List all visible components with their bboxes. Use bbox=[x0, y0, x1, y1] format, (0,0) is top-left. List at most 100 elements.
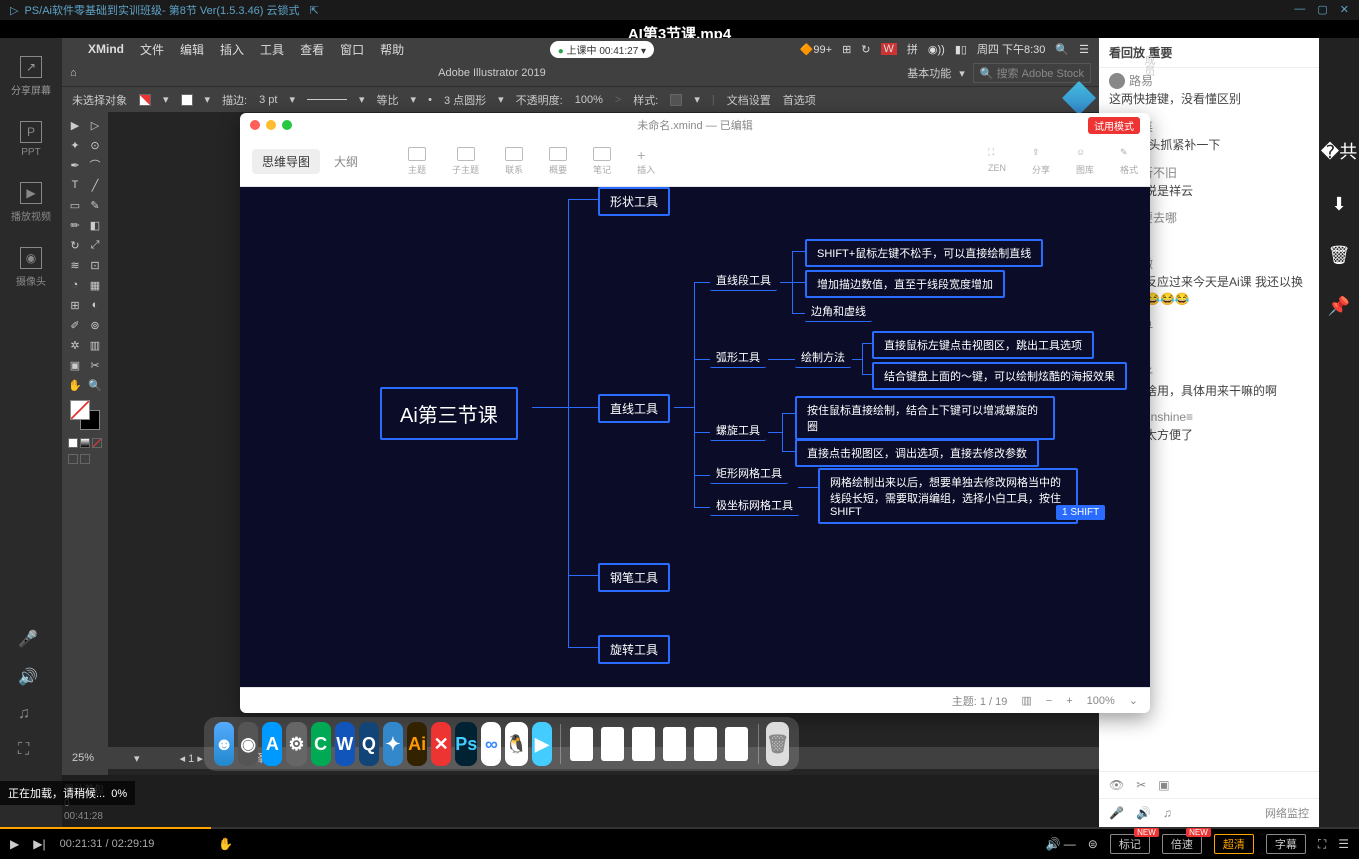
xmind-dock-icon[interactable]: ✕ bbox=[431, 722, 451, 766]
volume-icon[interactable]: 🔊 bbox=[18, 667, 38, 687]
stock-search[interactable]: 🔍 搜索 Adobe Stock bbox=[973, 63, 1091, 83]
wps-icon[interactable]: W bbox=[335, 722, 355, 766]
tab-mindmap[interactable]: 思维导图 bbox=[252, 149, 320, 174]
node-shift-draw[interactable]: SHIFT+鼠标左键不松手，可以直接绘制直线 bbox=[805, 239, 1043, 267]
brush-label[interactable]: 3 点圆形 bbox=[444, 92, 486, 108]
menu-window[interactable]: 窗口 bbox=[340, 41, 364, 58]
calendar-icon[interactable]: ⊞ bbox=[842, 43, 851, 56]
download-icon[interactable]: ⬇ bbox=[1331, 194, 1346, 215]
ime-icon[interactable]: 拼 bbox=[907, 41, 918, 57]
style-swatch[interactable] bbox=[670, 94, 682, 106]
pen-tool[interactable]: ✒ bbox=[66, 156, 84, 174]
menu-file[interactable]: 文件 bbox=[140, 41, 164, 58]
stroke-width[interactable]: 3 pt bbox=[259, 94, 277, 106]
zoom-dropdown-icon[interactable]: ⌄ bbox=[1129, 694, 1138, 707]
speaker-icon[interactable]: 🔊 bbox=[1136, 806, 1151, 820]
mindmap-canvas[interactable]: Ai第三节课 形状工具 直线工具 钢笔工具 旋转工具 直线段工具 弧形工具 螺旋… bbox=[240, 187, 1150, 687]
node-spiral[interactable]: 螺旋工具 bbox=[710, 420, 766, 441]
fill-stroke-swatch[interactable] bbox=[68, 400, 102, 430]
iconlib-button[interactable]: ☺图库 bbox=[1076, 147, 1094, 176]
maximize-icon[interactable]: ▢ bbox=[1317, 3, 1327, 16]
play-video-button[interactable]: ▶播放视频 bbox=[11, 182, 51, 223]
menu-help[interactable]: 帮助 bbox=[380, 41, 404, 58]
stroke-preview[interactable] bbox=[307, 99, 347, 100]
node-pen[interactable]: 钢笔工具 bbox=[598, 563, 670, 592]
window-thumb-5[interactable] bbox=[694, 727, 717, 761]
line-tool[interactable]: ╱ bbox=[86, 176, 104, 194]
node-shape[interactable]: 形状工具 bbox=[598, 187, 670, 216]
shape-builder-tool[interactable]: ◔ bbox=[66, 276, 84, 294]
finder-icon[interactable]: ☻ bbox=[214, 722, 234, 766]
menu-insert[interactable]: 插入 bbox=[220, 41, 244, 58]
share-button[interactable]: ⇪分享 bbox=[1032, 147, 1050, 176]
window-thumb-6[interactable] bbox=[725, 727, 748, 761]
node-corner-dash[interactable]: 边角和虚线 bbox=[805, 301, 872, 322]
rotate-tool[interactable]: ↻ bbox=[66, 236, 84, 254]
photoshop-icon[interactable]: Ps bbox=[455, 722, 477, 766]
delete-icon[interactable]: 🗑 bbox=[1328, 245, 1351, 266]
music-control-icon[interactable]: ♫ bbox=[18, 705, 38, 723]
quality-button[interactable]: 超清 bbox=[1214, 834, 1254, 854]
symbol-sprayer-tool[interactable]: ✲ bbox=[66, 336, 84, 354]
eraser-tool[interactable]: ◧ bbox=[86, 216, 104, 234]
workspace-label[interactable]: 基本功能 bbox=[907, 65, 951, 81]
subtitle-button[interactable]: 字幕 bbox=[1266, 834, 1306, 854]
share-screen-button[interactable]: ↗分享屏幕 bbox=[11, 56, 51, 97]
clock[interactable]: 周四 下午8:30 bbox=[977, 41, 1045, 57]
curvature-tool[interactable]: ⌒ bbox=[86, 156, 104, 174]
blend-tool[interactable]: ⊚ bbox=[86, 316, 104, 334]
scissors-icon[interactable]: ✂ bbox=[1136, 778, 1146, 792]
appstore-icon[interactable]: A bbox=[262, 722, 282, 766]
slice-tool[interactable]: ✂ bbox=[86, 356, 104, 374]
xmind-titlebar[interactable]: 未命名.xmind — 已编辑 试用模式 bbox=[240, 113, 1150, 137]
share-icon[interactable]: �共 bbox=[1321, 138, 1357, 164]
sync-icon[interactable]: ↻ bbox=[861, 43, 870, 56]
eyedropper-tool[interactable]: ✐ bbox=[66, 316, 84, 334]
baidu-icon[interactable]: ∞ bbox=[481, 722, 501, 766]
page-number[interactable]: 1 bbox=[188, 753, 194, 765]
launchpad-icon[interactable]: ◉ bbox=[238, 722, 258, 766]
zoom-in-button[interactable]: + bbox=[1066, 695, 1072, 707]
window-thumb-1[interactable] bbox=[570, 727, 593, 761]
map-overview-icon[interactable]: ▥ bbox=[1021, 694, 1031, 707]
selection-tool[interactable]: ▶ bbox=[66, 116, 84, 134]
camtasia-icon[interactable]: C bbox=[311, 722, 331, 766]
screen-mode-strip[interactable] bbox=[68, 454, 102, 464]
type-tool[interactable]: T bbox=[66, 176, 84, 194]
insert-button[interactable]: +插入 bbox=[637, 147, 655, 176]
node-arc[interactable]: 弧形工具 bbox=[710, 347, 766, 368]
direct-selection-tool[interactable]: ▷ bbox=[86, 116, 104, 134]
topic-button[interactable]: 主题 bbox=[408, 147, 426, 176]
settings-icon[interactable]: ⚙ bbox=[286, 722, 306, 766]
network-monitor[interactable]: 网络监控 bbox=[1265, 805, 1309, 821]
image-icon[interactable]: ▣ bbox=[1158, 778, 1169, 792]
playlist-button[interactable]: ☰ bbox=[1338, 837, 1349, 851]
node-polar-grid[interactable]: 极坐标网格工具 bbox=[710, 495, 799, 516]
format-button[interactable]: ✎格式 bbox=[1120, 147, 1138, 176]
zoom-out-button[interactable]: − bbox=[1046, 695, 1052, 707]
safari-icon[interactable]: ✦ bbox=[383, 722, 403, 766]
node-line[interactable]: 直线工具 bbox=[598, 394, 670, 423]
pin-icon[interactable]: 📌 bbox=[1328, 296, 1350, 317]
node-grid-edit[interactable]: 网格绘制出来以后，想要单独去修改网格当中的线段长短，需要取消编组，选择小白工具，… bbox=[818, 468, 1078, 524]
node-arc-tilde[interactable]: 结合键盘上面的～键，可以绘制炫酷的海报效果 bbox=[872, 362, 1127, 390]
stroke-swatch[interactable] bbox=[181, 94, 193, 106]
node-main[interactable]: Ai第三节课 bbox=[380, 387, 518, 440]
quicktime-icon[interactable]: Q bbox=[359, 722, 379, 766]
zoom-value[interactable]: 25% bbox=[72, 752, 94, 764]
camera-button[interactable]: ◉摄像头 bbox=[16, 247, 46, 288]
zen-button[interactable]: ⛶ZEN bbox=[988, 147, 1006, 176]
control-center-icon[interactable]: ☰ bbox=[1079, 43, 1089, 56]
eye-icon[interactable]: 👁 bbox=[1109, 778, 1124, 792]
menu-view[interactable]: 查看 bbox=[300, 41, 324, 58]
battery-icon[interactable]: ▮▯ bbox=[955, 43, 967, 56]
fill-swatch[interactable] bbox=[139, 94, 151, 106]
illustrator-icon[interactable]: Ai bbox=[407, 722, 427, 766]
free-transform-tool[interactable]: ⊡ bbox=[86, 256, 104, 274]
danmaku-toggle[interactable]: ⊜ bbox=[1088, 837, 1098, 851]
artboard-tool[interactable]: ▣ bbox=[66, 356, 84, 374]
doc-setup-button[interactable]: 文档设置 bbox=[727, 92, 771, 108]
opacity-value[interactable]: 100% bbox=[575, 94, 603, 106]
magic-wand-tool[interactable]: ✦ bbox=[66, 136, 84, 154]
node-stroke-inc[interactable]: 增加描边数值，直至于线段宽度增加 bbox=[805, 270, 1005, 298]
